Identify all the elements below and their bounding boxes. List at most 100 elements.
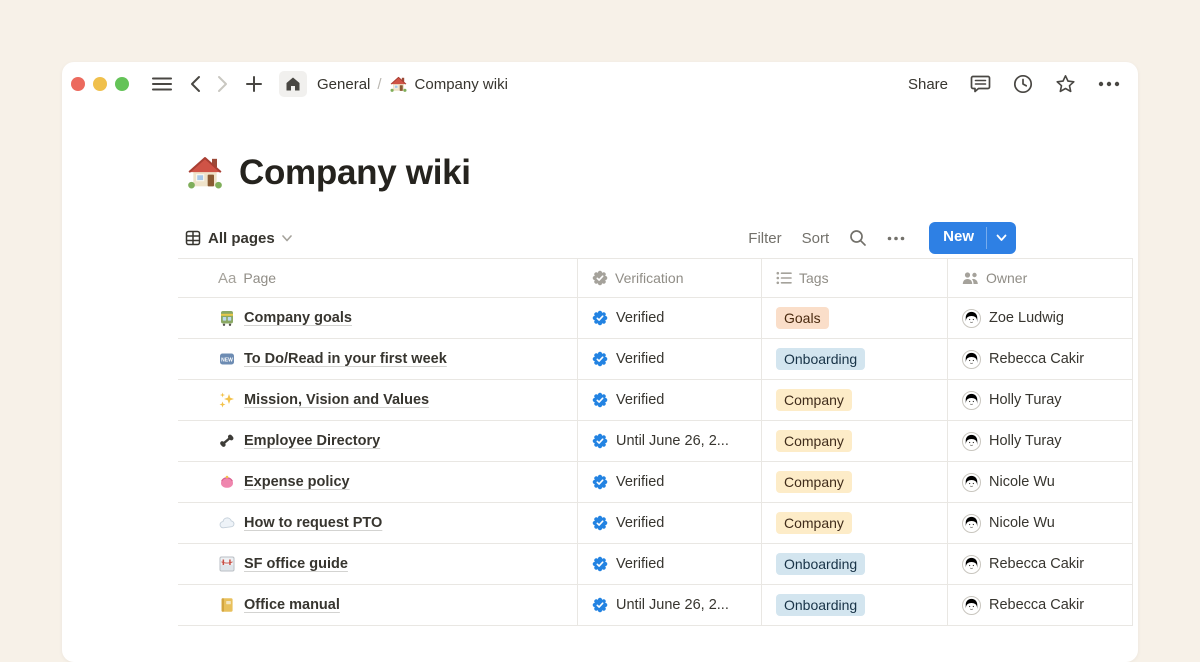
updates-clock-icon[interactable]: [1013, 74, 1033, 94]
page-cell[interactable]: Company goals: [178, 298, 578, 338]
tag-chip[interactable]: Company: [776, 430, 852, 453]
forward-chevron-icon[interactable]: [217, 75, 229, 93]
page-link[interactable]: Expense policy: [244, 474, 350, 490]
tags-cell[interactable]: Company: [762, 380, 948, 420]
page-link[interactable]: Office manual: [244, 597, 340, 613]
back-chevron-icon[interactable]: [189, 75, 201, 93]
owner-cell[interactable]: Rebecca Cakir: [948, 544, 1133, 584]
owner-name: Holly Turay: [989, 433, 1062, 449]
page-title-block: Company wiki: [185, 148, 1016, 198]
table-row: Company goals Verified Goals Zoe Ludwig: [178, 298, 1133, 339]
verification-cell[interactable]: Until June 26, 2...: [578, 421, 762, 461]
tags-cell[interactable]: Company: [762, 462, 948, 502]
verification-text: Verified: [616, 474, 664, 490]
owner-name: Rebecca Cakir: [989, 351, 1084, 367]
page-link[interactable]: Employee Directory: [244, 433, 380, 449]
column-header-owner[interactable]: Owner: [948, 259, 1133, 297]
owner-name: Nicole Wu: [989, 474, 1055, 490]
new-button[interactable]: New: [929, 222, 1016, 254]
page-cell[interactable]: Mission, Vision and Values: [178, 380, 578, 420]
verification-cell[interactable]: Verified: [578, 462, 762, 502]
hamburger-menu-icon[interactable]: [151, 75, 173, 93]
tag-chip[interactable]: Company: [776, 512, 852, 535]
owner-cell[interactable]: Zoe Ludwig: [948, 298, 1133, 338]
zoom-window-button[interactable]: [115, 77, 129, 91]
avatar: [962, 555, 981, 574]
house-emoji-icon[interactable]: [185, 153, 225, 193]
people-icon: [962, 271, 979, 285]
page-cell[interactable]: NEW To Do/Read in your first week: [178, 339, 578, 379]
breadcrumb-page[interactable]: Company wiki: [415, 76, 508, 93]
page-cell[interactable]: Expense policy: [178, 462, 578, 502]
more-ellipsis-icon[interactable]: [1098, 81, 1120, 87]
owner-cell[interactable]: Nicole Wu: [948, 503, 1133, 543]
plus-icon[interactable]: [245, 75, 263, 93]
page-link[interactable]: Mission, Vision and Values: [244, 392, 429, 408]
share-button[interactable]: Share: [908, 76, 948, 93]
tag-chip[interactable]: Onboarding: [776, 553, 865, 576]
page-link[interactable]: How to request PTO: [244, 515, 382, 531]
page-cell[interactable]: SF office guide: [178, 544, 578, 584]
page-link[interactable]: To Do/Read in your first week: [244, 351, 447, 367]
search-icon[interactable]: [849, 229, 867, 247]
page-cell[interactable]: Office manual: [178, 585, 578, 625]
owner-cell[interactable]: Holly Turay: [948, 421, 1133, 461]
verification-cell[interactable]: Verified: [578, 544, 762, 584]
home-icon[interactable]: [279, 71, 307, 97]
tags-cell[interactable]: Onboarding: [762, 339, 948, 379]
page-link[interactable]: Company goals: [244, 310, 352, 326]
favorite-star-icon[interactable]: [1055, 74, 1076, 94]
view-tab-all-pages[interactable]: All pages: [185, 230, 292, 247]
breadcrumb-workspace[interactable]: General: [317, 76, 370, 93]
verification-cell[interactable]: Verified: [578, 339, 762, 379]
close-window-button[interactable]: [71, 77, 85, 91]
owner-cell[interactable]: Rebecca Cakir: [948, 339, 1133, 379]
page-cell[interactable]: Employee Directory: [178, 421, 578, 461]
sort-button[interactable]: Sort: [802, 230, 830, 247]
tag-chip[interactable]: Onboarding: [776, 594, 865, 617]
column-header-page[interactable]: Aa Page: [178, 259, 578, 297]
owner-cell[interactable]: Nicole Wu: [948, 462, 1133, 502]
verification-cell[interactable]: Verified: [578, 380, 762, 420]
verified-badge-icon: [592, 433, 608, 449]
tag-chip[interactable]: Company: [776, 471, 852, 494]
owner-cell[interactable]: Rebecca Cakir: [948, 585, 1133, 625]
view-tab-label: All pages: [208, 230, 275, 247]
tag-chip[interactable]: Onboarding: [776, 348, 865, 371]
page-cell[interactable]: How to request PTO: [178, 503, 578, 543]
owner-name: Holly Turay: [989, 392, 1062, 408]
owner-cell[interactable]: Holly Turay: [948, 380, 1133, 420]
column-header-verification[interactable]: Verification: [578, 259, 762, 297]
tags-cell[interactable]: Goals: [762, 298, 948, 338]
avatar: [962, 350, 981, 369]
topbar-actions: Share: [908, 74, 1120, 94]
avatar: [962, 391, 981, 410]
tag-chip[interactable]: Company: [776, 389, 852, 412]
tag-chip[interactable]: Goals: [776, 307, 829, 330]
verification-cell[interactable]: Until June 26, 2...: [578, 585, 762, 625]
verification-text: Verified: [616, 392, 664, 408]
owner-name: Rebecca Cakir: [989, 597, 1084, 613]
verification-cell[interactable]: Verified: [578, 503, 762, 543]
minimize-window-button[interactable]: [93, 77, 107, 91]
new-button-caret[interactable]: [987, 222, 1016, 254]
tags-cell[interactable]: Company: [762, 421, 948, 461]
column-header-label: Tags: [799, 270, 829, 286]
view-more-ellipsis-icon[interactable]: [887, 236, 905, 241]
verified-badge-icon: [592, 310, 608, 326]
column-header-tags[interactable]: Tags: [762, 259, 948, 297]
tags-cell[interactable]: Onboarding: [762, 585, 948, 625]
comments-icon[interactable]: [970, 74, 991, 94]
filter-button[interactable]: Filter: [748, 230, 781, 247]
wiki-table: Aa Page Verification Tags Owner: [178, 258, 1133, 626]
table-header-row: Aa Page Verification Tags Owner: [178, 259, 1133, 298]
breadcrumb-separator: /: [377, 76, 381, 93]
new-button-label[interactable]: New: [929, 222, 986, 254]
page-link[interactable]: SF office guide: [244, 556, 348, 572]
tags-cell[interactable]: Company: [762, 503, 948, 543]
verification-cell[interactable]: Verified: [578, 298, 762, 338]
column-header-label: Owner: [986, 270, 1027, 286]
tags-cell[interactable]: Onboarding: [762, 544, 948, 584]
owner-name: Zoe Ludwig: [989, 310, 1064, 326]
avatar: [962, 432, 981, 451]
